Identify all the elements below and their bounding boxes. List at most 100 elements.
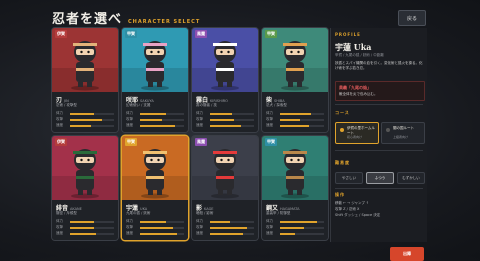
stat-bar — [140, 118, 184, 121]
stat-bar-fill — [280, 118, 300, 121]
stat-label: 速度 — [266, 123, 273, 127]
stat-bar-fill — [210, 220, 230, 223]
stat-bar — [70, 124, 114, 127]
clan-badge: 風魔 — [195, 30, 207, 38]
stat-row: 体力 — [196, 219, 254, 224]
stat-bar — [210, 118, 254, 121]
stat-label: 体力 — [56, 111, 63, 115]
stat-label: 攻撃 — [196, 117, 203, 121]
clan-badge: 伊賀 — [55, 30, 67, 38]
stat-label: 体力 — [196, 111, 203, 115]
stat-bar-fill — [70, 112, 95, 115]
character-role: 重装甲 / 防御型 — [266, 211, 291, 215]
controls-list: 移動 ← → ジャンプ ↑ 攻撃 Z / 忍術 X Shift ダッシュ / S… — [335, 200, 423, 218]
back-button[interactable]: 戻る — [398, 10, 426, 26]
character-card-kirishiro[interactable]: 風魔 霧白 KIRISHIRO 霧の隠者 / 技体力 攻撃 速度 — [192, 28, 258, 132]
stat-label: 攻撃 — [56, 225, 63, 229]
stat-bar — [280, 112, 324, 115]
stat-bar-fill — [140, 226, 173, 229]
stat-label: 速度 — [266, 231, 273, 235]
page-subtitle: CHARACTER SELECT — [128, 19, 201, 25]
character-card-sakuya[interactable]: 甲賀 咲耶 SAKUYA 幻術使い / 支援 体力 攻撃 速度 — [122, 28, 188, 132]
header: 忍者を選べ CHARACTER SELECT — [52, 8, 201, 27]
selected-dot-icon — [340, 128, 344, 132]
stat-row: 速度 — [266, 231, 324, 236]
character-info: 刃 JIN 忍術 / 攻撃型 体力 攻撃 速度 — [52, 92, 118, 132]
character-info: 緋音 AKANE 隠密 / 斥候型 体力 攻撃 速度 — [52, 200, 118, 240]
unselected-dot-icon — [386, 128, 390, 132]
stat-row: 体力 — [266, 111, 324, 116]
stat-bar — [70, 118, 114, 121]
divider — [335, 150, 423, 151]
stat-bar — [210, 226, 254, 229]
character-info: 咲耶 SAKUYA 幻術使い / 支援 体力 攻撃 速度 — [122, 92, 188, 132]
difficulty-tag: 難易度 — [335, 160, 350, 165]
character-card-akane[interactable]: 伊賀 緋音 AKANE 隠密 / 斥候型 体力 攻撃 速度 — [52, 136, 118, 240]
stat-label: 速度 — [196, 231, 203, 235]
stat-row: 攻撃 — [56, 117, 114, 122]
stat-label: 体力 — [56, 219, 63, 223]
clan-badge: 伊賀 — [55, 138, 67, 146]
stat-row: 速度 — [196, 231, 254, 236]
stat-label: 攻撃 — [56, 117, 63, 121]
skill-box: 奥義「九尾の焔」 敵全体を炎で包み込む。 — [335, 81, 425, 101]
clan-badge: 甲賀 — [265, 30, 277, 38]
stat-row: 速度 — [56, 123, 114, 128]
character-card-uka[interactable]: 甲賀 宇蓮 UKA 九尾の狐 / 妖術 体力 攻撃 速度 — [122, 136, 188, 240]
stat-row: 攻撃 — [126, 117, 184, 122]
course-option-iga[interactable]: 伊賀の里ホームルート 初心者向け — [335, 122, 379, 144]
difficulty-easy[interactable]: やさしい — [335, 172, 363, 184]
stat-row: 攻撃 — [266, 225, 324, 230]
course-option-dark[interactable]: 闇の国ルート 上級者向け — [381, 122, 425, 144]
stat-row: 体力 — [56, 219, 114, 224]
stat-bar-fill — [70, 124, 92, 127]
stat-bar-fill — [280, 220, 318, 223]
stat-bar-fill — [280, 226, 305, 229]
stat-bar — [70, 226, 114, 229]
course-sub: 初心者向け — [347, 135, 363, 139]
difficulty-normal[interactable]: ふつう — [366, 172, 394, 184]
stat-bar-fill — [140, 112, 167, 115]
stat-bar-fill — [210, 118, 235, 121]
course-title: 闇の国ルート — [393, 126, 414, 130]
course-title: 伊賀の里ホームルート — [347, 126, 375, 135]
stat-bar-fill — [140, 232, 178, 235]
stat-bar-fill — [280, 124, 309, 127]
stat-bar — [210, 124, 254, 127]
stat-label: 攻撃 — [266, 117, 273, 121]
stat-label: 体力 — [196, 219, 203, 223]
clan-badge: 甲賀 — [265, 138, 277, 146]
stat-label: 速度 — [126, 231, 133, 235]
start-button[interactable]: 出陣 — [390, 247, 424, 261]
stat-bar — [140, 232, 184, 235]
stat-label: 速度 — [196, 123, 203, 127]
character-info: 鋼又 HAGAMATA 重装甲 / 防御型 体力 攻撃 速度 — [262, 200, 328, 240]
character-info: 霧白 KIRISHIRO 霧の隠者 / 技体力 攻撃 速度 — [192, 92, 258, 132]
stat-label: 攻撃 — [126, 225, 133, 229]
character-card-hagamata[interactable]: 甲賀鋼又 HAGAMATA 重装甲 / 防御型 体力 攻撃 速度 — [262, 136, 328, 240]
course-sub: 上級者向け — [393, 135, 409, 139]
profile-name: 宇蓮 Uka — [335, 42, 372, 52]
profile-description: 妖狐とスパイ機関の血を引く。変化術と狐火を操る。化け術を学ぶ若き忍。 — [335, 61, 423, 70]
character-card-kage[interactable]: 風魔影 KAGE 暗殺 / 影術 体力 攻撃 速度 — [192, 136, 258, 240]
clan-badge: 甲賀 — [125, 138, 137, 146]
page-title: 忍者を選べ — [52, 12, 123, 27]
character-card-shiba[interactable]: 甲賀柴 SHIBA 忍犬 / 探索型 体力 攻撃 速度 — [262, 28, 328, 132]
stat-bar-fill — [70, 118, 102, 121]
stat-label: 体力 — [126, 219, 133, 223]
character-role: 霧の隠者 / 技 — [196, 103, 217, 107]
control-line: Shift ダッシュ / Space 決定 — [335, 213, 381, 217]
difficulty-hard[interactable]: むずかしい — [397, 172, 425, 184]
character-card-jin[interactable]: 伊賀刃 JIN 忍術 / 攻撃型 体力 攻撃 速度 — [52, 28, 118, 132]
stat-bar — [210, 220, 254, 223]
stat-bar — [280, 226, 324, 229]
character-role: 暗殺 / 影術 — [196, 211, 214, 215]
stat-row: 攻撃 — [56, 225, 114, 230]
stat-row: 速度 — [266, 123, 324, 128]
stat-bar — [140, 124, 184, 127]
stat-bar — [140, 220, 184, 223]
character-info: 宇蓮 UKA 九尾の狐 / 妖術 体力 攻撃 速度 — [122, 200, 188, 240]
stat-label: 体力 — [126, 111, 133, 115]
stat-row: 体力 — [126, 219, 184, 224]
stat-row: 速度 — [126, 123, 184, 128]
